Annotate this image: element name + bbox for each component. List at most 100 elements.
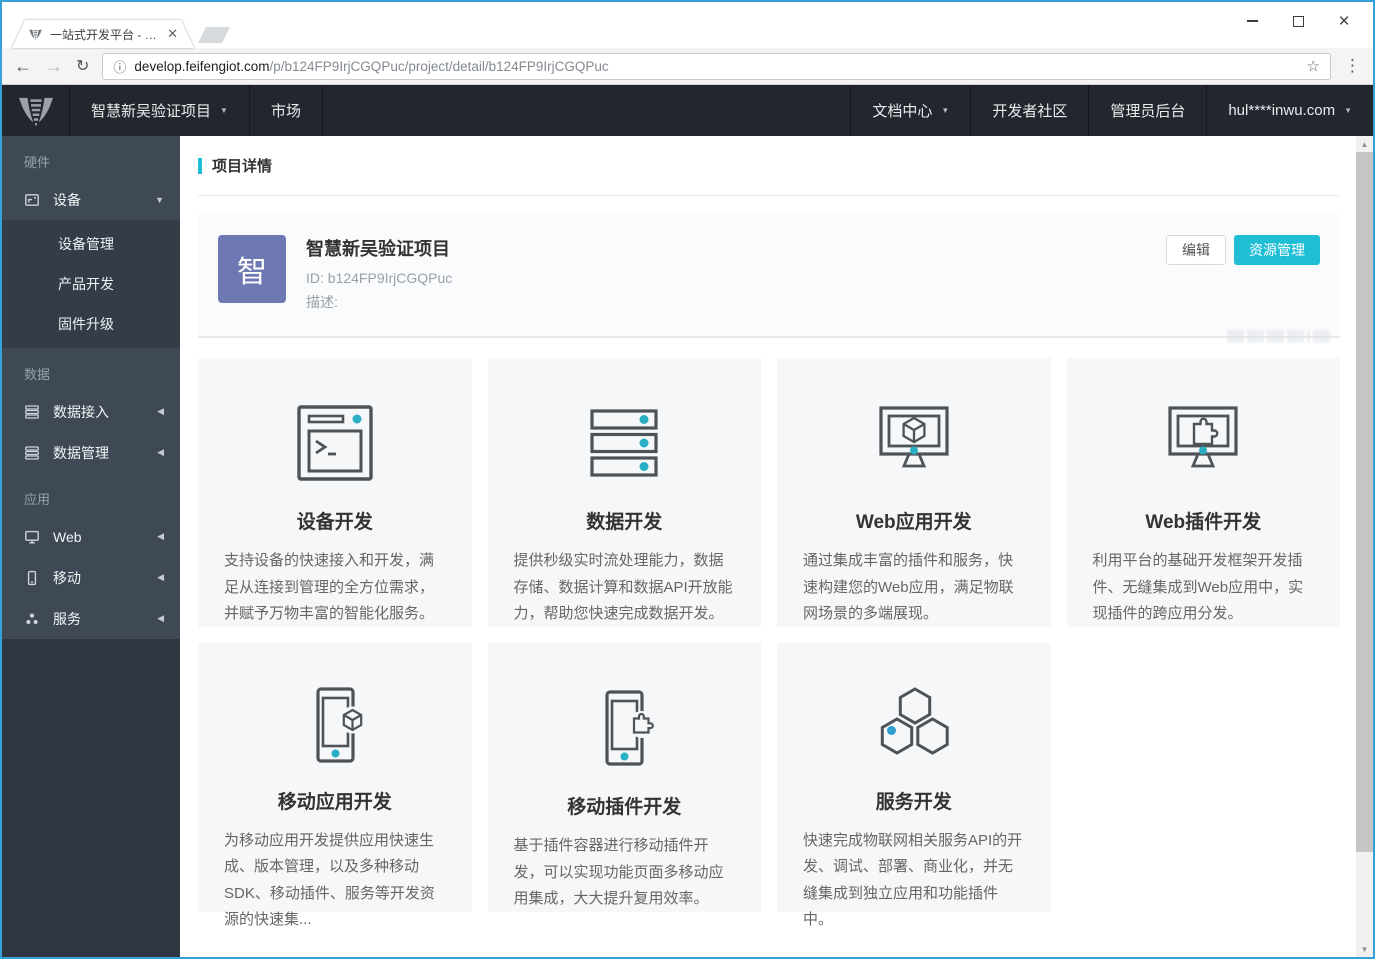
app-logo[interactable] (2, 85, 70, 136)
bird-logo-icon (18, 97, 53, 125)
sidebar-item-web[interactable]: Web ◀ (2, 516, 180, 557)
sidebar: 硬件 设备 ▼ 设备管理 产品开发 固件升级 数据 数据接入 ◀ 数据管理 ◀ … (2, 136, 180, 957)
card-web-plugin-dev[interactable]: Web插件开发 利用平台的基础开发框架开发插件、无缝集成到Web应用中，实现插件… (1066, 358, 1340, 627)
minimize-button[interactable] (1229, 8, 1275, 34)
page-info-icon[interactable]: ⓘ (113, 57, 126, 76)
sidebar-section-app: 应用 (24, 492, 51, 507)
card-title: Web应用开发 (855, 512, 972, 534)
project-selector-label: 智慧新吴验证项目 (91, 103, 212, 120)
server-stack-icon (584, 400, 664, 485)
account-menu[interactable]: hul****inwu.com ▼ (1206, 85, 1373, 136)
sidebar-item-label: 数据接入 (53, 403, 109, 420)
url-text: develop.feifengiot.com/p/b124FP9IrjCGQPu… (134, 59, 1298, 74)
sidebar-item-label: 服务 (53, 610, 81, 627)
card-description: 支持设备的快速接入和开发，满足从连接到管理的全方位需求，并赋予万物丰富的智能化服… (224, 552, 435, 622)
nav-item-market[interactable]: 市场 (250, 85, 323, 136)
card-title: 移动插件开发 (567, 797, 682, 819)
maximize-button[interactable] (1275, 8, 1321, 34)
tab-close-icon[interactable]: ✕ (167, 26, 178, 42)
terminal-icon (295, 400, 375, 485)
doc-center-label: 文档中心 (872, 103, 933, 120)
edit-button[interactable]: 编辑 (1166, 235, 1226, 265)
sidebar-item-service[interactable]: 服务 ◀ (2, 598, 180, 639)
new-tab-button[interactable] (198, 27, 230, 43)
card-description: 为移动应用开发提供应用快速生成、版本管理，以及多种移动SDK、移动插件、服务等开… (224, 832, 435, 928)
close-button[interactable]: × (1321, 8, 1367, 34)
card-title: Web插件开发 (1145, 512, 1262, 534)
main-content: 项目详情 智 智慧新吴验证项目 ID: b124FP9IrjCGQPuc 描述:… (180, 136, 1356, 957)
nav-item-admin-console[interactable]: 管理员后台 (1088, 85, 1206, 136)
card-mobile-plugin-dev[interactable]: 移动插件开发 基于插件容器进行移动插件开发，可以实现功能页面多移动应用集成，大大… (487, 643, 761, 912)
bookmark-star-icon[interactable]: ☆ (1307, 57, 1320, 75)
scroll-down-icon[interactable]: ▼ (1356, 941, 1373, 957)
sidebar-item-device-manage[interactable]: 设备管理 (2, 224, 180, 264)
chevron-left-icon: ◀ (157, 531, 164, 541)
account-label: hul****inwu.com (1228, 102, 1336, 119)
project-name: 智慧新吴验证项目 (306, 239, 450, 259)
sidebar-submenu-device: 设备管理 产品开发 固件升级 (2, 220, 180, 348)
chevron-down-icon: ▼ (1344, 106, 1352, 115)
close-icon: × (1338, 10, 1350, 32)
card-mobile-app-dev[interactable]: 移动应用开发 为移动应用开发提供应用快速生成、版本管理，以及多种移动SDK、移动… (198, 643, 472, 928)
card-data-dev[interactable]: 数据开发 提供秒级实时流处理能力，数据存储、数据计算和数据API开放能力，帮助您… (487, 358, 761, 627)
chevron-left-icon: ◀ (157, 572, 164, 582)
scroll-up-icon[interactable]: ▲ (1356, 136, 1373, 152)
browser-tab[interactable]: 一站式开发平台 - 项目 ✕ (12, 20, 194, 48)
card-device-dev[interactable]: 设备开发 支持设备的快速接入和开发，满足从连接到管理的全方位需求，并赋予万物丰富… (198, 358, 472, 627)
sidebar-item-label: 设备 (53, 191, 81, 208)
faint-watermark (1227, 330, 1330, 343)
navbar-spacer (323, 85, 850, 136)
card-description: 提供秒级实时流处理能力，数据存储、数据计算和数据API开放能力，帮助您快速完成数… (513, 552, 733, 622)
breadcrumb-accent-bar (198, 157, 202, 174)
phone-puzzle-icon (584, 685, 664, 770)
chevron-down-icon: ▼ (941, 106, 950, 115)
project-avatar: 智 (218, 235, 286, 303)
card-description: 通过集成丰富的插件和服务，快速构建您的Web应用，满足物联网场景的多端展现。 (803, 552, 1014, 622)
sidebar-item-data-access[interactable]: 数据接入 ◀ (2, 391, 180, 432)
resource-manage-button[interactable]: 资源管理 (1234, 235, 1320, 265)
sidebar-item-label: 移动 (53, 569, 81, 586)
vertical-scrollbar[interactable]: ▲ ▼ (1356, 136, 1373, 957)
monitor-puzzle-icon (1163, 400, 1243, 485)
monitor-cube-icon (874, 400, 954, 485)
chevron-left-icon: ◀ (157, 613, 164, 623)
card-service-dev[interactable]: 服务开发 快速完成物联网相关服务API的开发、调试、部署、商业化，并无缝集成到独… (777, 643, 1051, 928)
browser-window: 一站式开发平台 - 项目 ✕ × ← → ↻ ⓘ develop.feifeng… (0, 0, 1375, 959)
app-navbar: 智慧新吴验证项目 ▼ 市场 文档中心 ▼ 开发者社区 管理员后台 hul****… (2, 85, 1373, 136)
forward-icon[interactable]: → (45, 57, 63, 75)
feature-card-grid: 设备开发 支持设备的快速接入和开发，满足从连接到管理的全方位需求，并赋予万物丰富… (198, 358, 1340, 928)
url-path: /p/b124FP9IrjCGQPuc/project/detail/b124F… (269, 58, 609, 74)
sidebar-item-data-manage[interactable]: 数据管理 ◀ (2, 432, 180, 473)
breadcrumb: 项目详情 (198, 136, 1340, 196)
nav-item-community[interactable]: 开发者社区 (970, 85, 1088, 136)
address-bar[interactable]: ⓘ develop.feifengiot.com/p/b124FP9IrjCGQ… (102, 52, 1331, 80)
chevron-left-icon: ◀ (157, 447, 164, 457)
phone-cube-icon (295, 685, 375, 765)
sidebar-item-firmware-upgrade[interactable]: 固件升级 (2, 304, 180, 344)
hexagons-icon (874, 685, 954, 765)
nav-item-doc-center[interactable]: 文档中心 ▼ (850, 85, 970, 136)
stacked-bars-icon (24, 445, 40, 461)
chevron-down-icon: ▼ (220, 106, 228, 115)
card-title: 设备开发 (296, 512, 373, 534)
project-selector[interactable]: 智慧新吴验证项目 ▼ (70, 85, 250, 136)
reload-icon[interactable]: ↻ (76, 56, 89, 76)
project-id: ID: b124FP9IrjCGQPuc (306, 270, 453, 286)
chevron-left-icon: ◀ (157, 406, 164, 416)
sidebar-item-product-dev[interactable]: 产品开发 (2, 264, 180, 304)
card-web-app-dev[interactable]: Web应用开发 通过集成丰富的插件和服务，快速构建您的Web应用，满足物联网场景… (777, 358, 1051, 627)
market-label: 市场 (270, 103, 301, 120)
sidebar-item-label: Web (53, 528, 82, 545)
browser-toolbar: ← → ↻ ⓘ develop.feifengiot.com/p/b124FP9… (2, 48, 1373, 85)
scrollbar-thumb[interactable] (1356, 152, 1373, 852)
stacked-bars-icon (24, 404, 40, 420)
device-board-icon (24, 192, 40, 208)
minimize-icon (1246, 20, 1258, 22)
card-title: 服务开发 (875, 792, 952, 813)
browser-menu-icon[interactable]: ⋮ (1344, 56, 1361, 76)
back-icon[interactable]: ← (14, 57, 32, 75)
sidebar-item-mobile[interactable]: 移动 ◀ (2, 557, 180, 598)
phone-icon (24, 570, 40, 586)
banner-actions: 编辑 资源管理 (1166, 235, 1320, 265)
sidebar-item-device[interactable]: 设备 ▼ (2, 179, 180, 220)
